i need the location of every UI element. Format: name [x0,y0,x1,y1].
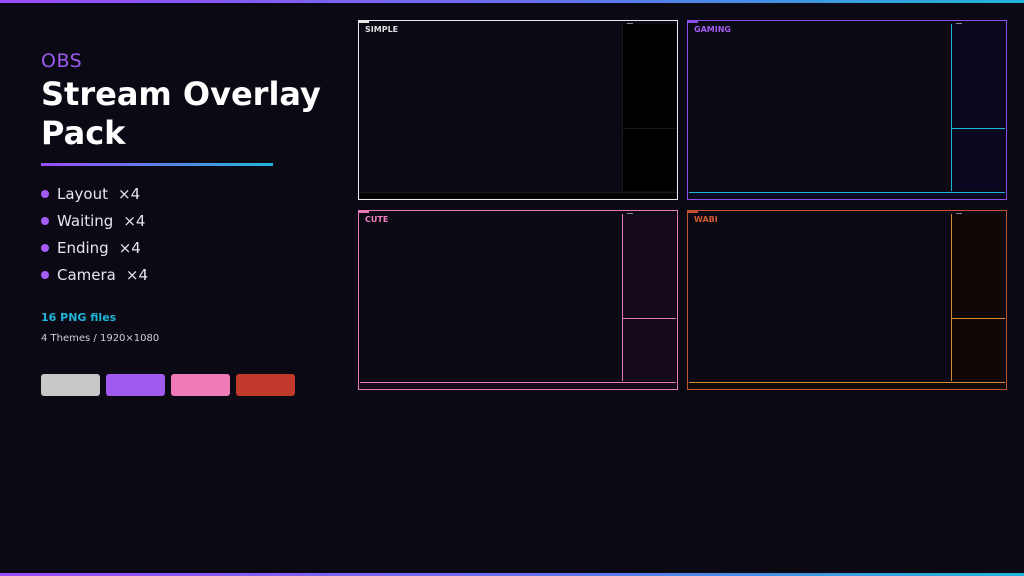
theme-label: GAMING [694,25,731,34]
title-line-1: Stream Overlay [41,75,321,113]
item-count: ×4 [123,211,146,230]
bullet-icon [41,243,49,252]
theme-preview-cute: CUTE [358,210,678,390]
title-underline [41,163,273,166]
bullet-icon [41,216,49,225]
page-title: Stream Overlay Pack [41,75,331,153]
list-item: Ending ×4 [41,234,331,261]
bullet-icon [41,189,49,198]
side-panel [622,24,676,191]
bottom-strip [689,192,1005,198]
bullet-icon [41,270,49,279]
list-item: Waiting ×4 [41,207,331,234]
theme-label: SIMPLE [365,25,399,34]
swatch-gaming [106,374,165,396]
item-label: Waiting [57,211,114,230]
list-item: Layout ×4 [41,180,331,207]
corner-accent [359,211,369,213]
side-panel [951,24,1005,191]
item-label: Camera [57,265,116,284]
file-count: 16 PNG files [41,311,117,324]
top-gradient-bar [0,0,1024,3]
corner-accent [359,21,369,23]
theme-preview-wabi: WABI [687,210,1007,390]
corner-accent [688,21,698,23]
spec-text: 4 Themes / 1920×1080 [41,333,160,344]
contents-list: Layout ×4 Waiting ×4 Ending ×4 Camera ×4 [41,180,331,288]
theme-label: WABI [694,215,718,224]
kicker-text: OBS [41,50,83,72]
item-label: Layout [57,184,108,203]
theme-preview-simple: SIMPLE [358,20,678,200]
swatch-simple [41,374,100,396]
title-line-2: Pack [41,114,126,152]
side-panel [622,214,676,381]
panel-divider [623,317,676,319]
info-panel: OBS Stream Overlay Pack Layout ×4 Waitin… [41,50,331,396]
item-label: Ending [57,238,109,257]
bottom-strip [360,382,676,388]
theme-label: CUTE [365,215,389,224]
swatch-wabi [236,374,295,396]
panel-divider [623,127,676,129]
theme-preview-gaming: GAMING [687,20,1007,200]
bottom-strip [689,382,1005,388]
item-count: ×4 [118,238,141,257]
side-panel [951,214,1005,381]
swatch-cute [171,374,230,396]
item-count: ×4 [118,184,141,203]
item-count: ×4 [125,265,148,284]
color-swatches [41,374,331,396]
panel-divider [952,317,1005,319]
list-item: Camera ×4 [41,261,331,288]
bottom-strip [360,192,676,198]
panel-divider [952,127,1005,129]
corner-accent [688,211,698,213]
